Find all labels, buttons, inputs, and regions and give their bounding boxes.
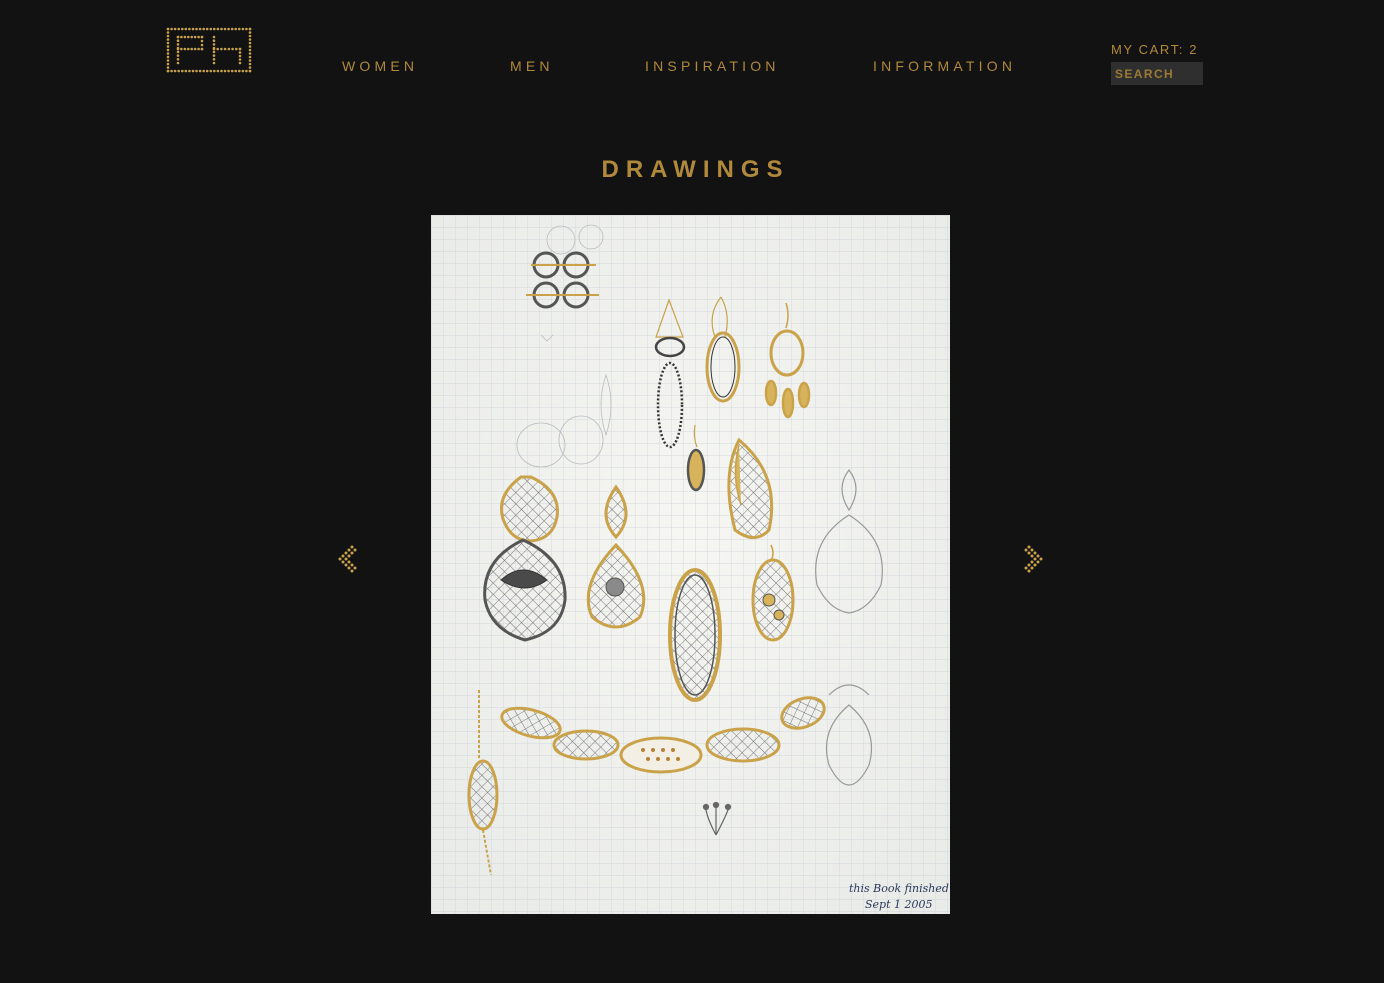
cart-link[interactable]: MY CART: 2 [1111,42,1198,57]
chevron-right-icon[interactable] [1024,544,1046,578]
nav-item-information[interactable]: INFORMATION [873,58,1016,74]
nav-item-women[interactable]: WOMEN [342,58,418,74]
search-input[interactable] [1111,62,1203,85]
ph-logo[interactable] [166,27,252,73]
page: WOMEN MEN INSPIRATION INFORMATION MY CAR… [0,0,1384,983]
page-title: DRAWINGS [601,156,790,183]
nav-item-inspiration[interactable]: INSPIRATION [645,58,780,74]
nav-item-men[interactable]: MEN [510,58,554,74]
drawing-signature-line-2: Sept 1 2005 [865,898,933,911]
jewelry-drawing-image: this Book finished Sept 1 2005 [431,215,950,914]
chevron-left-icon[interactable] [337,544,359,578]
drawing-signature-line-1: this Book finished [849,882,949,895]
